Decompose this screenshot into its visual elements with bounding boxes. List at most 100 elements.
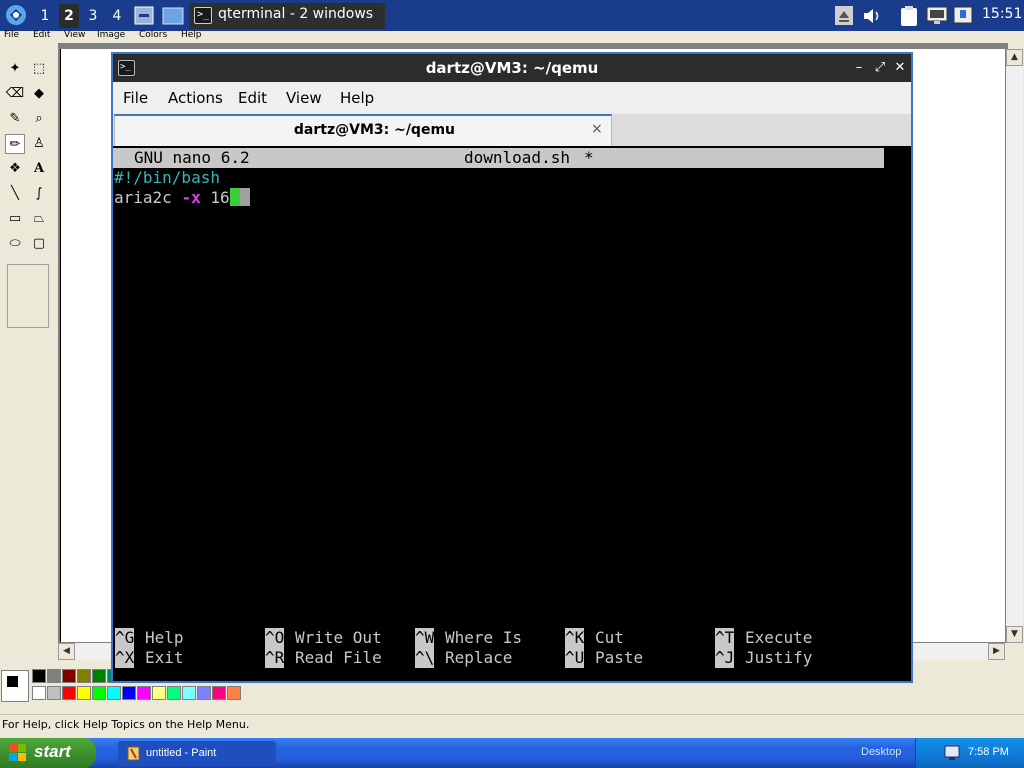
ellipse-tool-icon[interactable]: ⬭ [5, 234, 25, 254]
paint-menu-file[interactable]: File [4, 30, 19, 40]
minimize-icon[interactable]: – [851, 59, 867, 77]
pencil-tool-icon[interactable]: ✏ [5, 134, 25, 154]
palette-swatch[interactable] [77, 669, 91, 683]
shortcut-label: Execute [745, 628, 813, 647]
xp-clock[interactable]: 7:58 PM [968, 746, 1009, 758]
tab-close-icon[interactable]: × [591, 121, 603, 137]
palette-swatch[interactable] [32, 686, 46, 700]
scroll-up-arrow-icon[interactable]: ▲ [1006, 49, 1023, 66]
tab-dartz-qemu[interactable]: dartz@VM3: ~/qemu × [114, 114, 612, 146]
color-picker-tool-icon[interactable]: ✎ [5, 109, 25, 129]
curve-tool-icon[interactable]: ∫ [29, 184, 49, 204]
magnifier-tool-icon[interactable]: ⌕ [29, 109, 49, 129]
palette-swatch[interactable] [47, 669, 61, 683]
desktop-3-button[interactable]: 3 [83, 4, 103, 28]
shortcut-label: Justify [745, 648, 813, 667]
paint-status-bar: For Help, click Help Topics on the Help … [0, 714, 1024, 734]
scroll-left-arrow-icon[interactable]: ◀ [58, 643, 75, 660]
terminal-scrollbar[interactable] [884, 146, 911, 681]
free-select-tool-icon[interactable]: ✦ [5, 59, 25, 79]
show-desktop-icon[interactable] [134, 6, 154, 25]
paint-menubar: File Edit View Image Colors Help [0, 30, 1024, 43]
paint-menu-colors[interactable]: Colors [139, 30, 167, 40]
palette-swatch[interactable] [32, 669, 46, 683]
tray-monitor-icon[interactable] [944, 745, 960, 761]
palette-swatch[interactable] [152, 686, 166, 700]
lxqt-menu-icon[interactable] [5, 4, 27, 26]
polygon-tool-icon[interactable]: ⏢ [29, 209, 49, 229]
menu-help[interactable]: Help [340, 89, 374, 107]
shortcut-key: ^\ [415, 648, 435, 668]
paint-menu-edit[interactable]: Edit [33, 30, 50, 40]
rect-select-tool-icon[interactable]: ⬚ [29, 59, 49, 79]
palette-swatch[interactable] [92, 669, 106, 683]
qterminal-tabbar: dartz@VM3: ~/qemu × [113, 114, 911, 146]
volume-icon[interactable] [862, 7, 882, 25]
shortcut-label: Where Is [445, 628, 523, 647]
xp-task-paint-button[interactable]: untitled - Paint [118, 741, 276, 766]
taskbar-qterminal-label: qterminal - 2 windows [218, 6, 374, 22]
rounded-rect-tool-icon[interactable]: ▢ [29, 234, 49, 254]
eraser-tool-icon[interactable]: ⌫ [5, 84, 25, 104]
text-tool-icon[interactable]: A [29, 159, 49, 179]
desktop-4-button[interactable]: 4 [107, 4, 127, 28]
paint-menu-view[interactable]: View [64, 30, 85, 40]
palette-swatch[interactable] [62, 686, 76, 700]
menu-actions[interactable]: Actions [168, 89, 223, 107]
shortcut-label: Read File [295, 648, 382, 667]
palette-swatch[interactable] [62, 669, 76, 683]
scroll-right-arrow-icon[interactable]: ▶ [988, 643, 1005, 660]
line-tool-icon[interactable]: ╲ [5, 184, 25, 204]
close-icon[interactable]: ✕ [892, 59, 908, 77]
current-colors-indicator[interactable] [1, 670, 29, 702]
qterminal-window: >_ dartz@VM3: ~/qemu – ⤢ ✕ File Actions … [111, 52, 913, 683]
update-notifier-icon[interactable] [953, 6, 973, 26]
palette-swatch[interactable] [167, 686, 181, 700]
qterminal-titlebar[interactable]: >_ dartz@VM3: ~/qemu – ⤢ ✕ [113, 54, 911, 82]
shortcut-key: ^G [115, 628, 135, 648]
panel-clock[interactable]: 15:51 [982, 6, 1022, 22]
paint-toolbox: ✦ ⬚ ⌫ ◆ ✎ ⌕ ✏ ♙ ❖ A ╲ ∫ ▭ ⏢ ⬭ ▢ [0, 43, 58, 663]
airbrush-tool-icon[interactable]: ❖ [5, 159, 25, 179]
palette-swatch[interactable] [137, 686, 151, 700]
palette-swatch[interactable] [92, 686, 106, 700]
palette-swatch[interactable] [47, 686, 61, 700]
fill-tool-icon[interactable]: ◆ [29, 84, 49, 104]
xp-desktop-toolbar-label[interactable]: Desktop [861, 746, 901, 758]
network-icon[interactable] [926, 6, 948, 26]
palette-swatch[interactable] [77, 686, 91, 700]
brush-tool-icon[interactable]: ♙ [29, 134, 49, 154]
scroll-down-arrow-icon[interactable]: ▼ [1006, 626, 1023, 643]
shortcut-key: ^W [415, 628, 435, 648]
paint-vertical-scrollbar[interactable]: ▲ ▼ [1006, 49, 1023, 643]
paint-menu-help[interactable]: Help [181, 30, 202, 40]
rectangle-tool-icon[interactable]: ▭ [5, 209, 25, 229]
tab-label: dartz@VM3: ~/qemu [293, 122, 455, 138]
palette-swatch[interactable] [107, 686, 121, 700]
menu-view[interactable]: View [286, 89, 322, 107]
palette-swatch[interactable] [122, 686, 136, 700]
desktop-1-button[interactable]: 1 [35, 4, 55, 28]
paint-menu-image[interactable]: Image [97, 30, 125, 40]
menu-file[interactable]: File [123, 89, 148, 107]
shortcut-key: ^R [265, 648, 285, 668]
menu-edit[interactable]: Edit [238, 89, 267, 107]
taskbar-qterminal-button[interactable]: >_ qterminal - 2 windows [189, 3, 385, 29]
palette-swatch[interactable] [227, 686, 241, 700]
palette-swatch[interactable] [197, 686, 211, 700]
clipboard-icon[interactable] [899, 5, 919, 27]
start-button[interactable]: start [0, 738, 96, 768]
shortcut-key: ^U [565, 648, 585, 668]
tool-options-box[interactable] [7, 264, 49, 328]
eject-icon[interactable] [835, 6, 853, 25]
terminal-area[interactable]: GNU nano 6.2 download.sh * #!/bin/bash a… [113, 146, 911, 681]
palette-swatch[interactable] [182, 686, 196, 700]
start-label: start [34, 742, 71, 761]
file-manager-icon[interactable] [162, 6, 184, 25]
palette-swatch[interactable] [212, 686, 226, 700]
maximize-icon[interactable]: ⤢ [872, 59, 888, 77]
qterminal-title: dartz@VM3: ~/qemu [425, 59, 599, 77]
shortcut-key: ^X [115, 648, 135, 668]
nano-filename: download.sh [464, 148, 570, 167]
desktop-2-button[interactable]: 2 [59, 4, 79, 28]
